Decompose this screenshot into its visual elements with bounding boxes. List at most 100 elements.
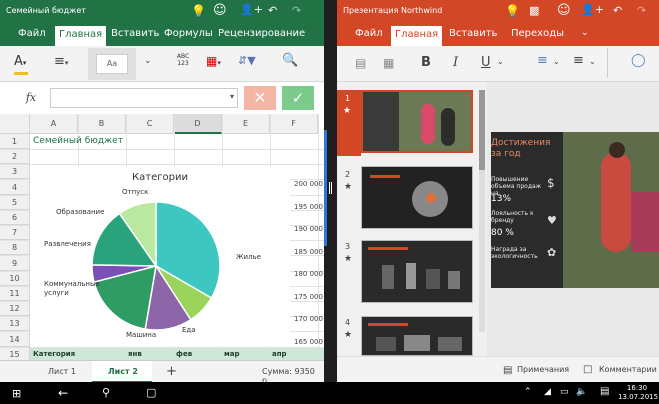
- present-icon[interactable]: ▩: [529, 5, 539, 16]
- slide-thumbnail-3[interactable]: [361, 240, 473, 303]
- table-header-cell[interactable]: апр: [272, 350, 287, 358]
- current-slide[interactable]: Достижения за год Повышение объема прода…: [491, 132, 659, 288]
- pp-tab-insert[interactable]: Вставить: [449, 28, 497, 39]
- share-person-icon[interactable]: 👤+: [240, 4, 263, 15]
- excel-tab-home[interactable]: Главная: [55, 26, 107, 46]
- column-header-e[interactable]: E: [222, 114, 270, 134]
- task-view-icon[interactable]: ▢: [146, 387, 156, 398]
- align-icon[interactable]: ≡: [573, 53, 584, 68]
- slide-thumbnail-2[interactable]: [361, 166, 473, 229]
- split-view-divider[interactable]: [324, 0, 337, 382]
- formula-input[interactable]: ▾: [50, 88, 238, 108]
- row-header-5[interactable]: 5: [0, 194, 30, 210]
- bold-button[interactable]: B: [421, 55, 431, 70]
- row-header-2[interactable]: 2: [0, 149, 30, 165]
- row-header-4[interactable]: 4: [0, 179, 30, 195]
- row-header-6[interactable]: 6: [0, 210, 30, 225]
- add-sheet-button[interactable]: +: [166, 364, 177, 379]
- row-header-3[interactable]: 3: [0, 164, 30, 180]
- column-header-f[interactable]: F: [270, 114, 318, 134]
- formula-expand-icon[interactable]: ▾: [230, 92, 234, 101]
- pp-tab-home[interactable]: Главная: [391, 26, 443, 46]
- clock[interactable]: 16:30 13.07.2015: [618, 384, 658, 402]
- more-tabs-chevron-icon[interactable]: ⌄: [581, 28, 589, 38]
- windows-start-icon[interactable]: ⊞: [12, 388, 21, 399]
- slide-thumbnail-1[interactable]: [361, 90, 473, 153]
- number-format-button[interactable]: ABC 123: [172, 53, 194, 67]
- smiley-icon[interactable]: ☺: [213, 4, 227, 17]
- find-binoculars-icon[interactable]: 🔍: [282, 53, 298, 68]
- table-header-cell[interactable]: Категория: [33, 350, 75, 358]
- table-header-cell[interactable]: фев: [176, 350, 192, 358]
- align-button[interactable]: ≡▾: [54, 54, 68, 69]
- slide-thumbnail-4[interactable]: [361, 316, 473, 356]
- column-header-a[interactable]: A: [30, 114, 78, 134]
- row-header-9[interactable]: 9: [0, 255, 30, 271]
- notes-button[interactable]: Примечания: [517, 365, 569, 374]
- scrollbar-thumb[interactable]: [479, 90, 485, 170]
- column-header-b[interactable]: B: [78, 114, 126, 134]
- slide-bullet[interactable]: Награда за экологичность: [491, 246, 545, 260]
- underline-dropdown-icon[interactable]: ⌄: [497, 57, 504, 66]
- fx-label[interactable]: fx: [14, 88, 48, 108]
- font-color-button[interactable]: A▾: [14, 54, 40, 76]
- search-icon[interactable]: ⚲: [102, 387, 110, 398]
- pp-tab-file[interactable]: Файл: [355, 28, 383, 39]
- cancel-entry-button[interactable]: ✕: [244, 86, 276, 110]
- undo-icon[interactable]: ↶: [268, 5, 277, 16]
- table-header-cell[interactable]: мар: [224, 350, 239, 358]
- redo-icon[interactable]: ↷: [292, 5, 301, 16]
- spreadsheet-grid[interactable]: ABCDEF 1 2 3 4 5 6 7 8 9 10 11 12 13 14 15 Семейный бю…: [0, 114, 324, 362]
- split-handle-icon[interactable]: [329, 182, 332, 194]
- excel-tab-formulas[interactable]: Формулы: [164, 28, 213, 39]
- row-header-1[interactable]: 1: [0, 134, 30, 149]
- lightbulb-icon[interactable]: 💡: [505, 5, 520, 17]
- share-person-icon[interactable]: 👤+: [581, 4, 604, 15]
- pp-tab-transitions[interactable]: Переходы: [511, 28, 564, 39]
- column-header-d[interactable]: D: [174, 114, 222, 134]
- row-header-11[interactable]: 11: [0, 286, 30, 301]
- battery-icon[interactable]: ▭: [560, 388, 569, 397]
- excel-tab-insert[interactable]: Вставить: [111, 28, 159, 39]
- cell-a1[interactable]: Семейный бюджет: [33, 136, 123, 146]
- notes-icon[interactable]: ▤: [503, 365, 512, 376]
- styles-dropdown-icon[interactable]: ⌄: [144, 56, 152, 66]
- align-dropdown-icon[interactable]: ⌄: [589, 57, 596, 66]
- lightbulb-icon[interactable]: 💡: [191, 5, 206, 17]
- pie-chart[interactable]: Категории Жилье Еда Машина Коммунальные услу…: [30, 166, 290, 346]
- italic-button[interactable]: I: [453, 55, 458, 70]
- slide-heading[interactable]: Достижения за год: [491, 138, 561, 160]
- smiley-icon[interactable]: ☺: [557, 4, 571, 17]
- clear-format-icon[interactable]: ▦▾: [206, 54, 221, 68]
- excel-tab-review[interactable]: Рецензирование: [218, 28, 305, 39]
- underline-button[interactable]: U: [481, 55, 491, 70]
- back-arrow-icon[interactable]: ←: [58, 387, 68, 399]
- column-header-c[interactable]: C: [126, 114, 174, 134]
- slide-stat[interactable]: 13%: [491, 194, 511, 204]
- row-header-7[interactable]: 7: [0, 225, 30, 241]
- slide-thumbnails-pane[interactable]: 1 ★ 2 ★ 3 ★ 4 ★: [337, 82, 487, 356]
- row-header-14[interactable]: 14: [0, 331, 30, 347]
- cell-style-sample[interactable]: Aa: [96, 54, 128, 74]
- volume-icon[interactable]: 🔈: [576, 388, 587, 397]
- bullets-dropdown-icon[interactable]: ⌄: [553, 57, 560, 66]
- wifi-icon[interactable]: ◢: [544, 388, 551, 397]
- slide-stat[interactable]: 80 %: [491, 228, 514, 238]
- show-hidden-icons-icon[interactable]: ⌃: [524, 388, 532, 397]
- redo-icon[interactable]: ↷: [637, 5, 646, 16]
- slide-bullet[interactable]: Лояльность к бренду: [491, 210, 541, 224]
- row-header-13[interactable]: 13: [0, 316, 30, 332]
- comments-button[interactable]: Комментарии: [599, 365, 657, 374]
- new-slide-icon[interactable]: ▤: [355, 56, 366, 70]
- table-header-cell[interactable]: янв: [128, 350, 142, 358]
- notifications-icon[interactable]: ▤: [600, 387, 609, 397]
- row-header-12[interactable]: 12: [0, 301, 30, 317]
- layout-icon[interactable]: ▦: [383, 56, 394, 70]
- comments-icon[interactable]: □: [583, 364, 592, 375]
- confirm-entry-button[interactable]: ✓: [282, 86, 314, 110]
- select-all-corner[interactable]: [0, 114, 30, 134]
- row-header-10[interactable]: 10: [0, 270, 30, 286]
- row-header-8[interactable]: 8: [0, 240, 30, 256]
- slide-editor[interactable]: Достижения за год Повышение объема прода…: [487, 82, 659, 356]
- sort-filter-icon[interactable]: ⇵▼: [238, 54, 256, 67]
